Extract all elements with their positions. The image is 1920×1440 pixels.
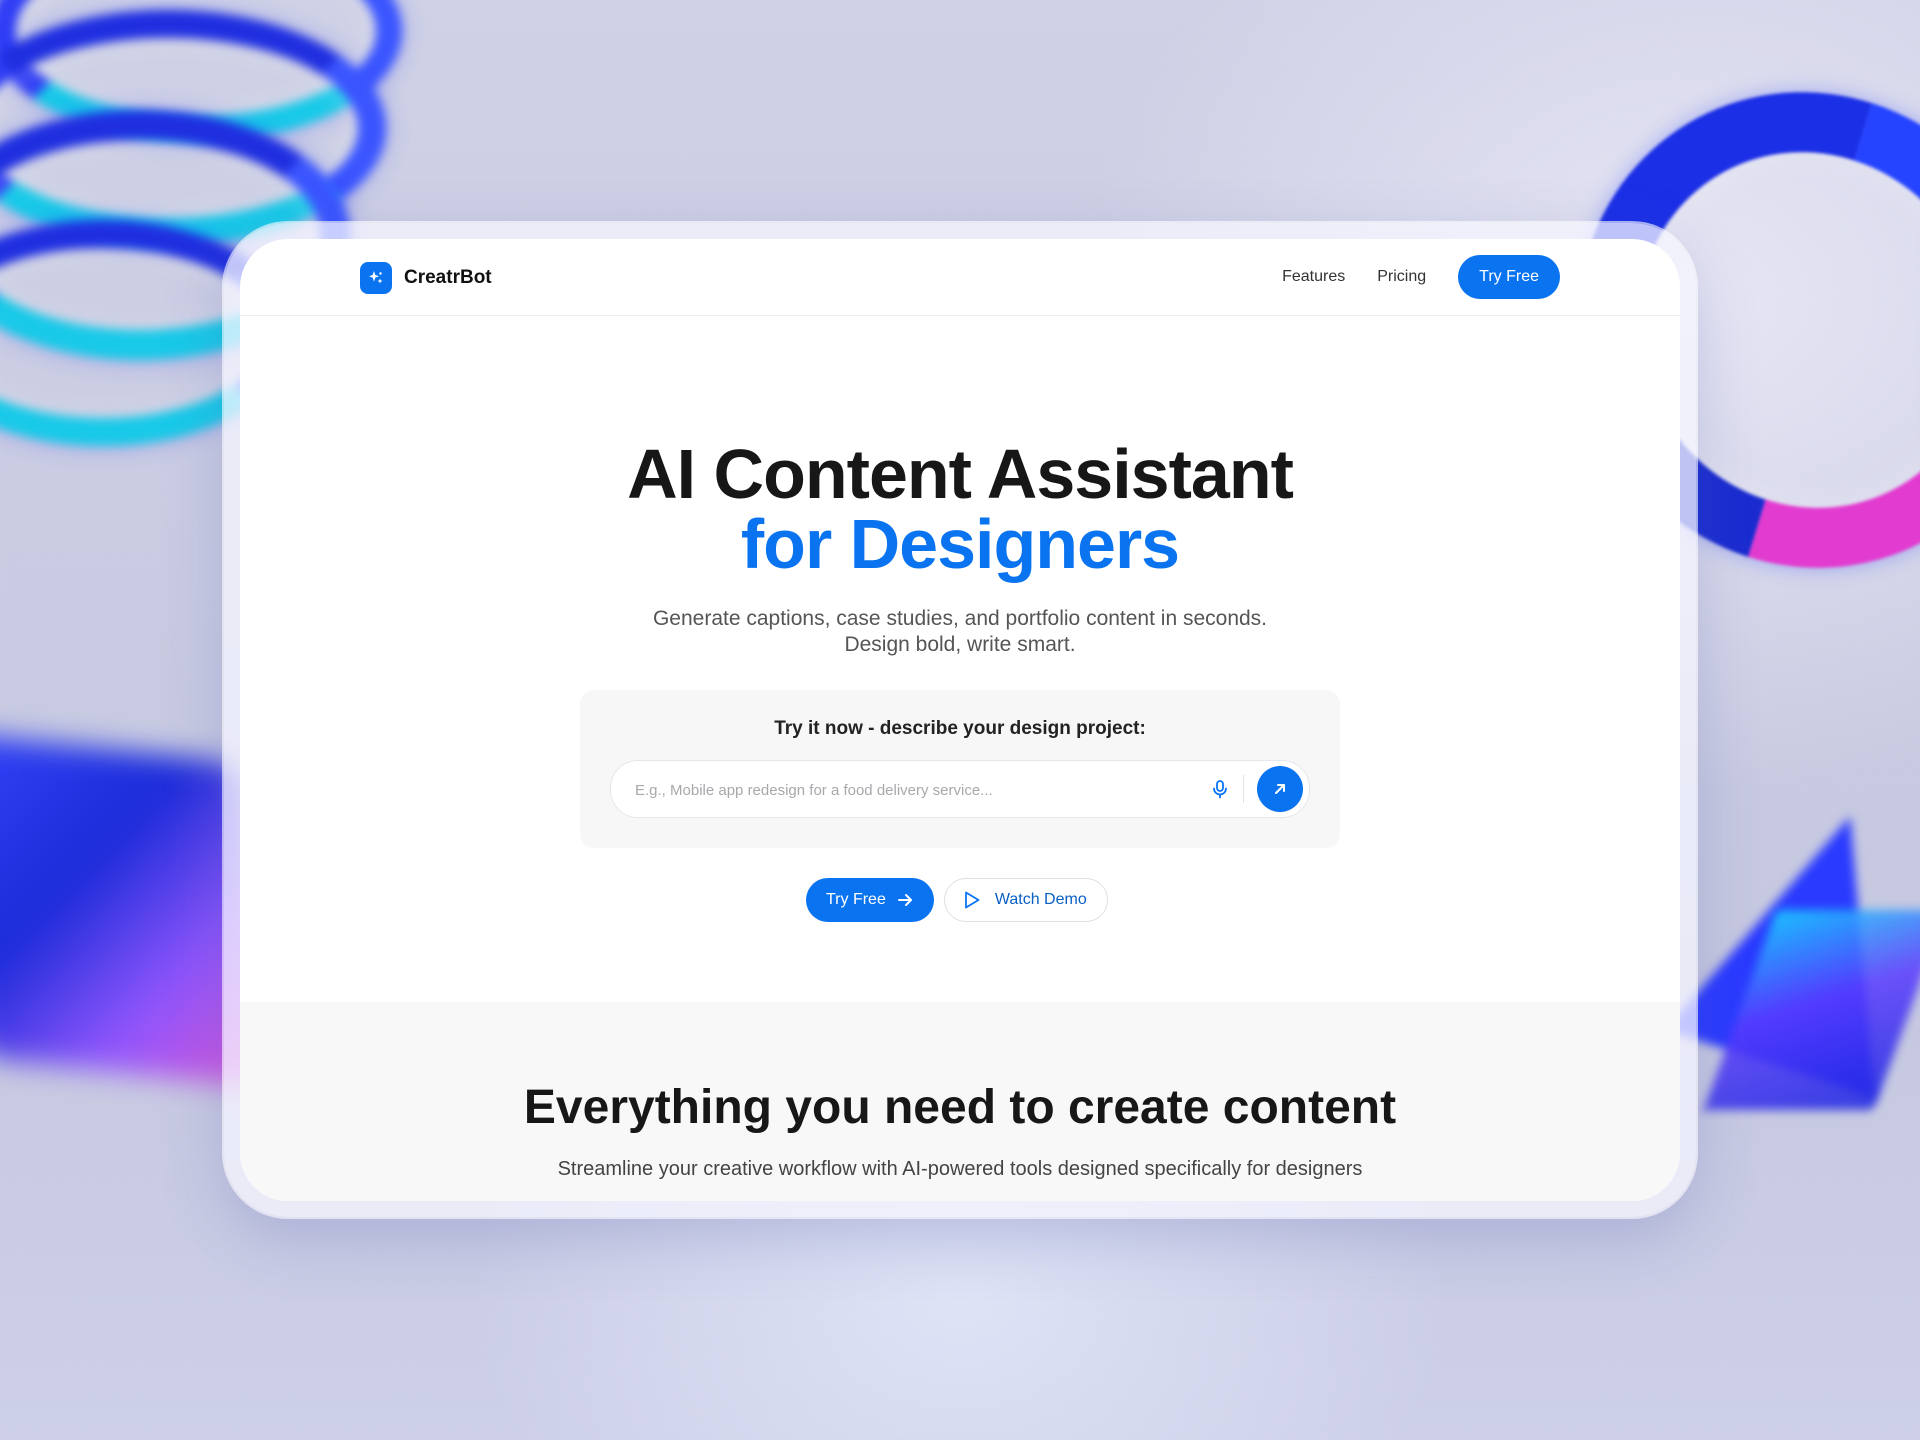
watch-demo-button[interactable]: Watch Demo xyxy=(943,878,1108,922)
hero-title-line-2: for Designers xyxy=(740,505,1180,583)
decorative-prism-right xyxy=(1665,770,1920,1190)
prompt-bar xyxy=(610,760,1310,819)
hero-try-free-button[interactable]: Try Free xyxy=(806,878,934,922)
hero-title-line-1: AI Content Assistant xyxy=(627,435,1294,513)
send-button[interactable] xyxy=(1257,766,1303,812)
hero-subtitle: Generate captions, case studies, and por… xyxy=(240,606,1680,658)
project-description-input[interactable] xyxy=(633,761,1177,819)
top-navigation: CreatrBot Features Pricing Try Free xyxy=(240,239,1680,316)
nav-try-free-button[interactable]: Try Free xyxy=(1458,255,1560,299)
prompt-divider xyxy=(1243,775,1244,803)
nav-link-pricing[interactable]: Pricing xyxy=(1377,268,1426,286)
brand[interactable]: CreatrBot xyxy=(360,262,492,294)
arrow-right-icon xyxy=(897,894,912,906)
features-section: Everything you need to create content St… xyxy=(240,1002,1680,1201)
nav-links: Features Pricing Try Free xyxy=(1282,255,1560,299)
sparkle-icon xyxy=(360,262,392,294)
try-it-card: Try it now - describe your design projec… xyxy=(580,690,1340,848)
features-title: Everything you need to create content xyxy=(523,1081,1397,1134)
browser-window: CreatrBot Features Pricing Try Free AI C… xyxy=(240,239,1680,1201)
hero-try-free-label: Try Free xyxy=(826,891,886,908)
hero-subtitle-line-1: Generate captions, case studies, and por… xyxy=(652,607,1268,630)
nav-link-features[interactable]: Features xyxy=(1282,268,1345,286)
try-it-label: Try it now - describe your design projec… xyxy=(774,718,1146,739)
hero-subtitle-line-2: Design bold, write smart. xyxy=(844,633,1076,656)
play-icon xyxy=(964,891,980,909)
watch-demo-label: Watch Demo xyxy=(994,891,1087,908)
brand-name: CreatrBot xyxy=(404,267,492,288)
features-subtitle: Streamline your creative workflow with A… xyxy=(557,1158,1363,1180)
arrow-up-right-icon xyxy=(1275,784,1285,794)
microphone-icon[interactable] xyxy=(1209,778,1231,800)
cta-row: Try Free Watch Demo xyxy=(806,878,1108,922)
